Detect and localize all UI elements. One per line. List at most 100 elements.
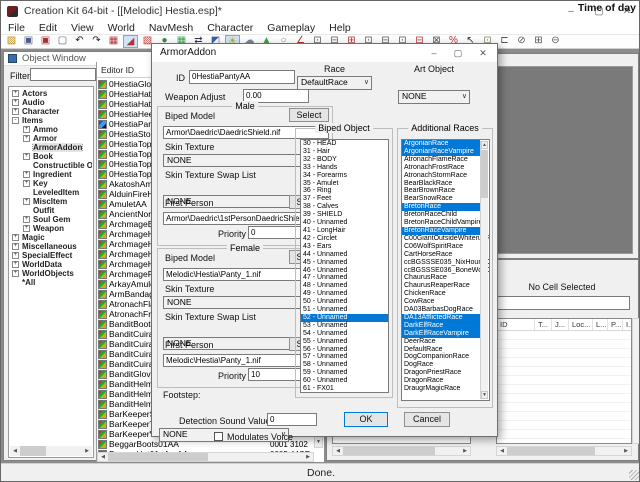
- id-input[interactable]: 0HestiaPantyAA: [189, 70, 295, 84]
- tree-hscrollbar[interactable]: ◀ ▶: [10, 446, 92, 456]
- biped-object-item[interactable]: 34 - Forearms: [301, 172, 388, 180]
- tree-expander-icon[interactable]: +: [23, 180, 30, 187]
- tree-item[interactable]: + Book: [10, 152, 92, 161]
- menu-item[interactable]: Edit: [32, 22, 64, 34]
- tree-expander-icon[interactable]: -: [12, 117, 19, 124]
- version-control-icon[interactable]: ▣: [38, 35, 53, 48]
- race-item[interactable]: BretonRaceVampire: [402, 227, 480, 235]
- biped-object-item[interactable]: 58 - Unnamed: [301, 361, 388, 369]
- tree-expander-icon[interactable]: +: [23, 135, 30, 142]
- resize-grip[interactable]: [629, 470, 639, 480]
- biped-object-item[interactable]: 39 - SHIELD: [301, 211, 388, 219]
- cancel-button[interactable]: Cancel: [404, 412, 450, 427]
- scroll-left-icon[interactable]: ◀: [10, 446, 20, 456]
- cell-list-hscrollbar[interactable]: ◀ ▶: [332, 446, 471, 456]
- menu-item[interactable]: File: [1, 22, 32, 34]
- modulates-voice-checkbox[interactable]: [214, 432, 223, 441]
- window-w-icon[interactable]: ⊞: [531, 35, 546, 48]
- biped-object-item[interactable]: 53 - Unnamed: [301, 322, 388, 330]
- tree-item[interactable]: + WorldObjects: [10, 269, 92, 278]
- biped-object-item[interactable]: 33 - Hands: [301, 164, 388, 172]
- tree-item[interactable]: + MiscItem: [10, 197, 92, 206]
- tree-expander-icon[interactable]: +: [12, 243, 19, 250]
- biped-object-item[interactable]: 55 - Unnamed: [301, 338, 388, 346]
- close-icon[interactable]: ✕: [472, 47, 494, 60]
- biped-object-item[interactable]: 31 - Hair: [301, 148, 388, 156]
- biped-object-item[interactable]: 43 - Ears: [301, 243, 388, 251]
- scroll-left-icon[interactable]: ◀: [98, 453, 108, 461]
- cell-objects-vscrollbar[interactable]: [632, 318, 640, 444]
- column-header[interactable]: P...: [608, 319, 623, 330]
- scroll-right-icon[interactable]: ▶: [303, 453, 313, 461]
- biped-object-item[interactable]: 40 - Unnamed: [301, 219, 388, 227]
- scroll-left-icon[interactable]: ◀: [333, 447, 343, 455]
- race-item[interactable]: CartHorseRace: [402, 251, 480, 259]
- tree-item[interactable]: LeveledItem: [10, 188, 92, 197]
- biped-object-item[interactable]: 35 - Amulet: [301, 180, 388, 188]
- tree-item[interactable]: + Ammo: [10, 125, 92, 134]
- biped-object-item[interactable]: 38 - Calves: [301, 203, 388, 211]
- race-item[interactable]: DA13AfflictedRace: [402, 314, 480, 322]
- select-button[interactable]: Select: [289, 108, 329, 122]
- redo-icon[interactable]: ↷: [89, 35, 104, 48]
- biped-object-item[interactable]: 48 - Unnamed: [301, 282, 388, 290]
- tree-item[interactable]: + Actors: [10, 89, 92, 98]
- tree-item[interactable]: + SpecialEffect: [10, 251, 92, 260]
- cell-objects-pane[interactable]: IDT...J...Loc...L...P...I...: [496, 318, 632, 444]
- biped-object-item[interactable]: 57 - Unnamed: [301, 353, 388, 361]
- biped-object-item[interactable]: 30 - HEAD: [301, 140, 388, 148]
- tree-expander-icon[interactable]: +: [12, 252, 19, 259]
- biped-object-item[interactable]: 49 - Unnamed: [301, 290, 388, 298]
- biped-object-item[interactable]: 61 - FX01: [301, 385, 388, 393]
- race-item[interactable]: ChaurusRace: [402, 274, 480, 282]
- column-header[interactable]: Loc...: [569, 319, 593, 330]
- editor-list-hscrollbar[interactable]: ◀ ▶: [97, 452, 314, 462]
- undo-icon[interactable]: ↶: [72, 35, 87, 48]
- menu-item[interactable]: World: [101, 22, 142, 34]
- tree-item[interactable]: + Magic: [10, 233, 92, 242]
- race-item[interactable]: BearBlackRace: [402, 180, 480, 188]
- race-item[interactable]: ccBGSSSE035_NixHoundCom: [402, 259, 480, 267]
- scroll-right-icon[interactable]: ▶: [82, 446, 92, 456]
- menu-item[interactable]: NavMesh: [142, 22, 200, 34]
- race-item[interactable]: DefaultRace: [402, 346, 480, 354]
- tree-item[interactable]: ArmorAddon: [10, 143, 92, 152]
- biped-object-item[interactable]: 41 - LongHair: [301, 227, 388, 235]
- race-item[interactable]: DraugrMagicRace: [402, 385, 480, 393]
- tree-item[interactable]: + Miscellaneous: [10, 242, 92, 251]
- race-item[interactable]: AtronachFlameRace: [402, 156, 480, 164]
- race-item[interactable]: ChaurusReaperRace: [402, 282, 480, 290]
- race-dropdown[interactable]: DefaultRace: [297, 76, 372, 90]
- tree-expander-icon[interactable]: +: [12, 234, 19, 241]
- scroll-down-icon[interactable]: ▼: [481, 391, 488, 399]
- scroll-right-icon[interactable]: ▶: [460, 447, 470, 455]
- menu-item[interactable]: View: [64, 22, 101, 34]
- stop-icon[interactable]: ⊖: [548, 35, 563, 48]
- tree-expander-icon[interactable]: +: [12, 108, 19, 115]
- race-item[interactable]: DarkElfRaceVampire: [402, 330, 480, 338]
- scroll-down-icon[interactable]: ▼: [315, 437, 322, 447]
- race-item[interactable]: AtronachFrostRace: [402, 164, 480, 172]
- biped-object-item[interactable]: 54 - Unnamed: [301, 330, 388, 338]
- race-item[interactable]: BretonRace: [402, 203, 480, 211]
- column-header[interactable]: ID: [497, 319, 535, 330]
- scroll-up-icon[interactable]: ▲: [481, 141, 488, 149]
- race-item[interactable]: DeerRace: [402, 338, 480, 346]
- tree-expander-icon[interactable]: +: [23, 216, 30, 223]
- menu-item[interactable]: Gameplay: [260, 22, 322, 34]
- biped-object-item[interactable]: 46 - Unnamed: [301, 267, 388, 275]
- race-item[interactable]: CowRace: [402, 298, 480, 306]
- races-vscrollbar[interactable]: ▲ ▼: [480, 141, 488, 399]
- tree-item[interactable]: + Audio: [10, 98, 92, 107]
- snap-grid-icon[interactable]: ▦: [106, 35, 121, 48]
- preferences-icon[interactable]: ▢: [55, 35, 70, 48]
- tree-item[interactable]: + Character: [10, 107, 92, 116]
- dialog-titlebar[interactable]: ArmorAddon – ▢ ✕: [152, 44, 497, 62]
- tree-expander-icon[interactable]: +: [23, 171, 30, 178]
- race-item[interactable]: ArgonianRaceVampire: [402, 148, 480, 156]
- tree-item[interactable]: + WorldData: [10, 260, 92, 269]
- race-item[interactable]: BretonRaceChild: [402, 211, 480, 219]
- biped-object-item[interactable]: 37 - Feet: [301, 195, 388, 203]
- tree-item[interactable]: + Weapon: [10, 224, 92, 233]
- race-item[interactable]: DogCompanionRace: [402, 353, 480, 361]
